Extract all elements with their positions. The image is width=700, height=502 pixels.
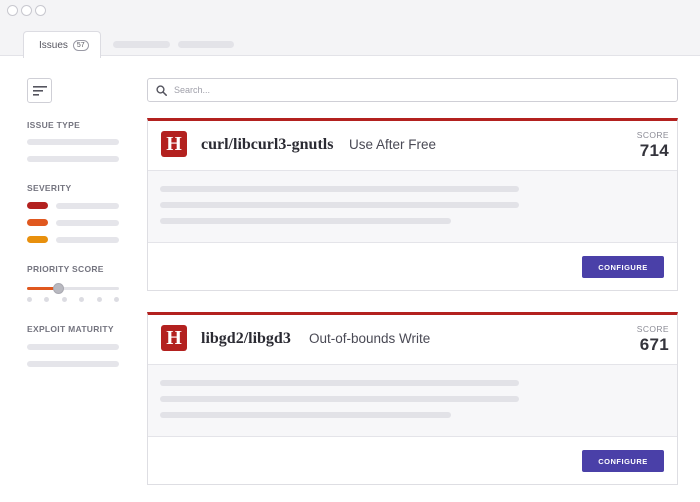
issue-vulnerability-title[interactable]: Use After Free	[349, 137, 436, 152]
content-placeholder-line	[160, 186, 519, 192]
tab-placeholder[interactable]	[178, 41, 234, 48]
window-maximize-dot[interactable]	[35, 5, 46, 16]
issue-card-header: H libgd2/libgd3 Out-of-bounds Write SCOR…	[148, 315, 677, 365]
filter-option-placeholder[interactable]	[27, 361, 119, 367]
issue-score-value: 714	[639, 141, 669, 160]
issue-card-header: H curl/libcurl3-gnutls Use After Free SC…	[148, 121, 677, 171]
filter-toggle-button[interactable]	[27, 78, 52, 103]
content-placeholder-line	[160, 396, 519, 402]
issue-score-value: 671	[639, 335, 669, 354]
configure-button[interactable]: CONFIGURE	[582, 256, 664, 278]
issue-package-name[interactable]: curl/libcurl3-gnutls	[201, 136, 333, 154]
tab-issues-label: Issues	[39, 39, 68, 51]
issue-package-name[interactable]: libgd2/libgd3	[201, 330, 291, 348]
tab-issues[interactable]: Issues 57	[23, 31, 101, 58]
severity-swatch-medium[interactable]	[27, 219, 48, 226]
window-close-dot[interactable]	[7, 5, 18, 16]
window-minimize-dot[interactable]	[21, 5, 32, 16]
issue-card-body	[148, 365, 677, 437]
filter-option-placeholder[interactable]	[27, 139, 119, 145]
search-input[interactable]	[174, 81, 664, 99]
issue-vulnerability-title[interactable]: Out-of-bounds Write	[309, 331, 430, 346]
content-placeholder-line	[160, 202, 519, 208]
slider-tick	[27, 297, 32, 302]
severity-swatch-low[interactable]	[27, 236, 48, 243]
tab-issues-count-badge: 57	[72, 39, 89, 51]
slider-tick	[97, 297, 102, 302]
issue-card: H libgd2/libgd3 Out-of-bounds Write SCOR…	[147, 312, 678, 485]
slider-tick	[79, 297, 84, 302]
filter-heading-severity: SEVERITY	[27, 183, 72, 193]
search-box	[147, 78, 678, 102]
slider-tick	[114, 297, 119, 302]
tab-placeholder[interactable]	[113, 41, 170, 48]
issue-score-label: SCORE	[636, 130, 669, 140]
priority-slider-handle[interactable]	[53, 283, 64, 294]
search-icon	[156, 85, 167, 96]
priority-slider-track[interactable]	[57, 287, 119, 290]
configure-button[interactable]: CONFIGURE	[582, 450, 664, 472]
filter-heading-priority-score: PRIORITY SCORE	[27, 264, 104, 274]
high-severity-icon: H	[161, 131, 187, 157]
issue-card: H curl/libcurl3-gnutls Use After Free SC…	[147, 118, 678, 291]
issue-score-label: SCORE	[636, 324, 669, 334]
issue-card-body	[148, 171, 677, 243]
slider-tick	[62, 297, 67, 302]
filter-option-placeholder[interactable]	[56, 237, 119, 243]
high-severity-icon: H	[161, 325, 187, 351]
content-placeholder-line	[160, 380, 519, 386]
severity-swatch-high[interactable]	[27, 202, 48, 209]
filter-option-placeholder[interactable]	[56, 220, 119, 226]
content-placeholder-line	[160, 218, 451, 224]
filter-heading-exploit-maturity: EXPLOIT MATURITY	[27, 324, 114, 334]
filter-heading-issue-type: ISSUE TYPE	[27, 120, 81, 130]
filter-option-placeholder[interactable]	[27, 344, 119, 350]
filter-option-placeholder[interactable]	[27, 156, 119, 162]
window-chrome: Issues 57	[0, 0, 700, 58]
content-placeholder-line	[160, 412, 451, 418]
slider-tick	[44, 297, 49, 302]
filter-lines-icon	[33, 86, 47, 96]
filter-option-placeholder[interactable]	[56, 203, 119, 209]
